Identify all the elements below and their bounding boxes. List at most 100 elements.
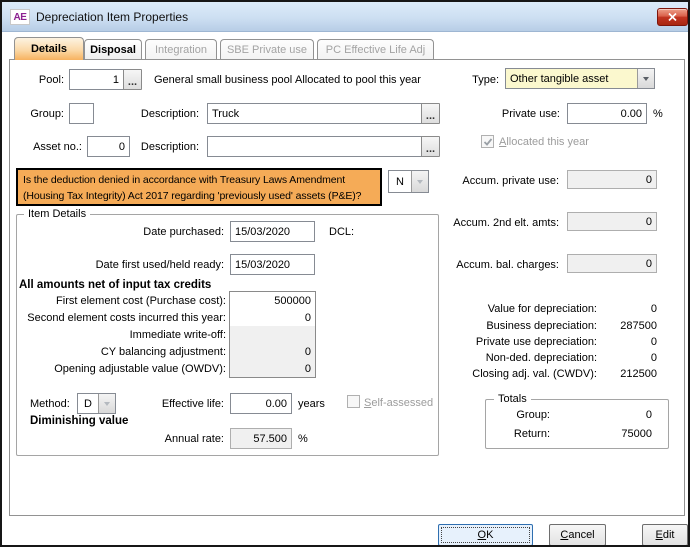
cancel-button-label: Cancel: [560, 529, 594, 541]
date-purchased-label: Date purchased:: [42, 226, 224, 239]
asset-no-field[interactable]: 0: [87, 136, 130, 157]
pool-field[interactable]: 1: [69, 69, 124, 90]
tab-integration-label: Integration: [155, 44, 207, 56]
cy-balancing-adjustment-field: 0: [230, 343, 315, 360]
annual-rate-value: 57.500: [253, 433, 287, 445]
non-ded-depreciation-value: 0: [562, 352, 657, 365]
opening-adjustable-value-label: Opening adjustable value (OWDV):: [8, 363, 226, 376]
annual-rate-unit: %: [298, 433, 308, 446]
allocated-to-pool-text: Allocated to pool this year: [295, 74, 421, 87]
allocated-label-rest: llocated this year: [506, 136, 589, 148]
ellipsis-icon: ...: [426, 142, 435, 156]
type-value: Other tangible asset: [506, 69, 637, 88]
window-title: Depreciation Item Properties: [36, 10, 188, 24]
date-first-used-value: 15/03/2020: [235, 259, 290, 271]
totals-group-label: Group:: [497, 409, 550, 422]
asset-no-value: 0: [119, 141, 125, 153]
pool-browse-button[interactable]: ...: [123, 69, 142, 90]
chevron-down-icon[interactable]: [637, 69, 654, 88]
app-icon-text: AE: [14, 12, 27, 23]
deduction-denied-question: Is the deduction denied in accordance wi…: [16, 168, 382, 206]
effective-life-unit: years: [298, 398, 325, 411]
first-element-cost-label: First element cost (Purchase cost):: [8, 295, 226, 308]
method-name-text: Diminishing value: [30, 415, 128, 428]
description2-browse-button[interactable]: ...: [421, 136, 440, 157]
private-use-depreciation-value: 0: [562, 336, 657, 349]
private-use-value: 0.00: [621, 108, 642, 120]
date-purchased-value: 15/03/2020: [235, 226, 290, 238]
date-first-used-label: Date first used/held ready:: [22, 259, 224, 272]
totals-return-label: Return:: [497, 428, 550, 441]
pool-value: 1: [113, 74, 119, 86]
pool-label: Pool:: [2, 74, 64, 87]
totals-return-value: 75000: [557, 428, 652, 441]
second-element-costs-field[interactable]: 0: [230, 309, 315, 326]
group-label: Group:: [2, 108, 64, 121]
accum-private-use-value: 0: [646, 174, 652, 186]
annual-rate-field: 57.500: [230, 428, 292, 449]
check-icon: [483, 137, 493, 147]
edit-button[interactable]: Edit: [642, 524, 688, 546]
dcl-label: DCL:: [329, 226, 354, 239]
date-purchased-field[interactable]: 15/03/2020: [230, 221, 315, 242]
net-of-input-tax-note: All amounts net of input tax credits: [19, 279, 211, 292]
cancel-button[interactable]: Cancel: [549, 524, 606, 546]
description1-field[interactable]: Truck: [207, 103, 422, 124]
accum-2nd-elt-amts-value: 0: [646, 216, 652, 228]
description2-label: Description:: [132, 141, 199, 154]
description1-browse-button[interactable]: ...: [421, 103, 440, 124]
totals-groupbox: [485, 399, 669, 449]
immediate-write-off-field: [230, 326, 315, 343]
ok-rest: K: [486, 529, 493, 541]
method-value: D: [78, 394, 98, 413]
tab-details-label: Details: [31, 43, 67, 55]
tab-details[interactable]: Details: [14, 37, 84, 60]
first-element-cost-value: 500000: [274, 295, 311, 307]
ok-button[interactable]: OK: [438, 524, 533, 546]
second-element-costs-value: 0: [305, 312, 311, 324]
description2-field[interactable]: [207, 136, 422, 157]
totals-legend: Totals: [494, 393, 531, 405]
type-label: Type:: [442, 74, 499, 87]
triangle-icon: [104, 402, 110, 406]
group-field[interactable]: [69, 103, 94, 124]
cy-balancing-adjustment-label: CY balancing adjustment:: [8, 346, 226, 359]
edit-accesskey: E: [656, 529, 663, 541]
tab-sbe-private-use-label: SBE Private use: [227, 44, 307, 56]
tab-pc-effective-life-adj: PC Effective Life Adj: [317, 39, 434, 59]
second-element-costs-label: Second element costs incurred this year:: [8, 312, 226, 325]
totals-group-value: 0: [557, 409, 652, 422]
private-use-field[interactable]: 0.00: [567, 103, 647, 124]
app-icon: AE: [10, 9, 30, 25]
title-bar[interactable]: AE Depreciation Item Properties: [2, 2, 688, 32]
date-first-used-field[interactable]: 15/03/2020: [230, 254, 315, 275]
description1-value: Truck: [212, 108, 239, 120]
method-dropdown[interactable]: D: [77, 393, 116, 414]
accum-bal-charges-field: 0: [567, 254, 657, 273]
first-element-cost-field[interactable]: 500000: [230, 292, 315, 309]
accum-private-use-label: Accum. private use:: [382, 175, 559, 188]
allocated-this-year-label: Allocated this year: [499, 136, 589, 149]
close-button[interactable]: [657, 8, 688, 26]
self-assessed-label: Self-assessed: [364, 397, 433, 410]
chevron-down-icon[interactable]: [98, 394, 115, 413]
ok-accesskey: O: [478, 529, 487, 541]
tab-pc-effective-life-adj-label: PC Effective Life Adj: [326, 44, 425, 56]
accum-private-use-field: 0: [567, 170, 657, 189]
private-use-unit: %: [653, 108, 663, 121]
type-dropdown[interactable]: Other tangible asset: [505, 68, 655, 89]
opening-adjustable-value-value: 0: [305, 363, 311, 375]
business-depreciation-value: 287500: [562, 320, 657, 333]
allocated-this-year-checkbox: [481, 135, 494, 148]
effective-life-field[interactable]: 0.00: [230, 393, 292, 414]
method-label: Method:: [30, 398, 70, 411]
item-details-legend: Item Details: [24, 208, 90, 220]
cy-balancing-adjustment-value: 0: [305, 346, 311, 358]
closing-adj-val-value: 212500: [562, 368, 657, 381]
tab-disposal[interactable]: Disposal: [84, 39, 142, 59]
value-for-depreciation-value: 0: [562, 303, 657, 316]
pool-name-text: General small business pool: [154, 74, 292, 87]
ellipsis-icon: ...: [128, 75, 137, 89]
tab-sbe-private-use: SBE Private use: [220, 39, 314, 59]
cancel-rest: ancel: [568, 529, 594, 541]
